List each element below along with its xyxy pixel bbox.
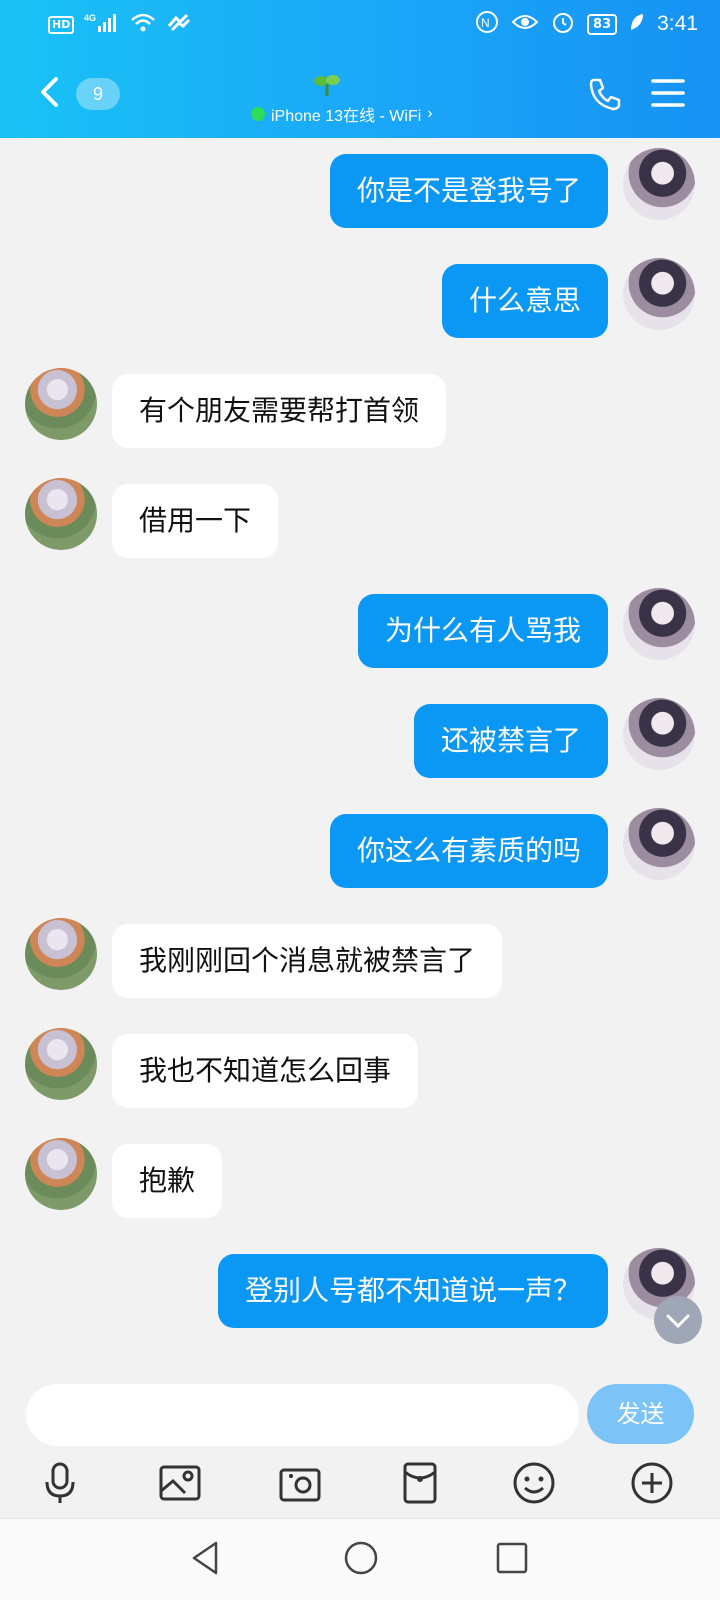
contact-avatar[interactable] [25,918,97,990]
received-message-bubble[interactable]: 我刚刚回个消息就被禁言了 [112,924,503,998]
online-dot-icon [251,107,265,121]
data-saver-icon [166,12,192,38]
nfc-icon: N [475,10,499,38]
received-message-bubble[interactable]: 借用一下 [112,484,279,558]
message-row: 你是不是登我号了 [0,144,720,228]
received-message-bubble[interactable]: 我也不知道怎么回事 [112,1034,419,1108]
message-row: 借用一下 [0,474,720,558]
network-label: 4G [84,13,96,23]
wifi-icon [130,12,156,38]
composer: 发送 [0,1372,720,1518]
contact-avatar[interactable] [25,1028,97,1100]
chevron-right-icon: › [427,105,433,122]
message-row: 我刚刚回个消息就被禁言了 [0,914,720,998]
message-row: 什么意思 [0,254,720,338]
alarm-icon [551,10,575,38]
red-packet-icon[interactable] [395,1458,445,1508]
device-status-text: iPhone 13在线 - WiFi [271,108,422,125]
leaf-icon [629,12,645,36]
microphone-icon[interactable] [35,1458,85,1508]
signal-icon: 4G [84,12,120,38]
sent-message-bubble[interactable]: 还被禁言了 [413,704,608,778]
message-row: 我也不知道怎么回事 [0,1024,720,1108]
sent-message-bubble[interactable]: 你这么有素质的吗 [329,814,608,888]
battery-icon: 83 [587,13,618,35]
system-nav-bar [0,1518,720,1600]
received-message-bubble[interactable]: 有个朋友需要帮打首领 [112,374,447,448]
online-status[interactable]: iPhone 13在线 - WiFi › [251,102,433,126]
message-row: 抱歉 [0,1134,720,1218]
my-avatar[interactable] [623,148,695,220]
eye-icon [511,10,539,38]
sent-message-bubble[interactable]: 你是不是登我号了 [329,154,608,228]
message-list[interactable]: 你是不是登我号了什么意思有个朋友需要帮打首领 借用一下为什么有人骂我还被禁言了你这… [0,138,720,1372]
received-message-bubble[interactable]: 抱歉 [112,1144,223,1218]
sent-message-bubble[interactable]: 登别人号都不知道说一声？ [217,1254,608,1328]
status-bar: HD 4G N 83 3:41 [0,0,720,48]
nav-recents-icon[interactable] [494,1539,530,1581]
clock: 3:41 [657,12,698,35]
send-button[interactable]: 发送 [587,1384,694,1444]
message-row: 为什么有人骂我 [0,584,720,668]
message-input[interactable] [26,1384,579,1446]
back-icon[interactable] [38,76,60,112]
chat-header: HD 4G N 83 3:41 9 iPhone 13在线 - WiFi › [0,0,720,138]
message-row: 登别人号都不知道说一声？ [0,1244,720,1328]
svg-text:N: N [481,16,490,30]
message-row: 有个朋友需要帮打首领 [0,364,720,448]
composer-toolbar [0,1458,720,1508]
contact-avatar[interactable] [25,1138,97,1210]
contact-avatar[interactable] [25,478,97,550]
message-row: 还被禁言了 [0,694,720,778]
message-row: 你这么有素质的吗 [0,804,720,888]
menu-icon[interactable] [651,78,685,112]
my-avatar[interactable] [623,698,695,770]
my-avatar[interactable] [623,808,695,880]
sent-message-bubble[interactable]: 为什么有人骂我 [357,594,608,668]
my-avatar[interactable] [623,258,695,330]
contact-avatar[interactable] [25,368,97,440]
image-icon[interactable] [155,1458,205,1508]
sprout-icon [313,72,341,102]
my-avatar[interactable] [623,588,695,660]
sent-message-bubble[interactable]: 什么意思 [441,264,608,338]
plus-icon[interactable] [627,1458,677,1508]
chevron-down-icon [666,1314,690,1329]
hd-icon: HD [48,16,75,34]
unread-count-badge[interactable]: 9 [76,78,120,110]
nav-back-icon[interactable] [188,1539,222,1581]
camera-icon[interactable] [275,1458,325,1508]
nav-home-icon[interactable] [343,1539,379,1581]
phone-call-icon[interactable] [587,76,623,116]
scroll-to-bottom-button[interactable] [654,1296,702,1344]
emoji-icon[interactable] [509,1458,559,1508]
